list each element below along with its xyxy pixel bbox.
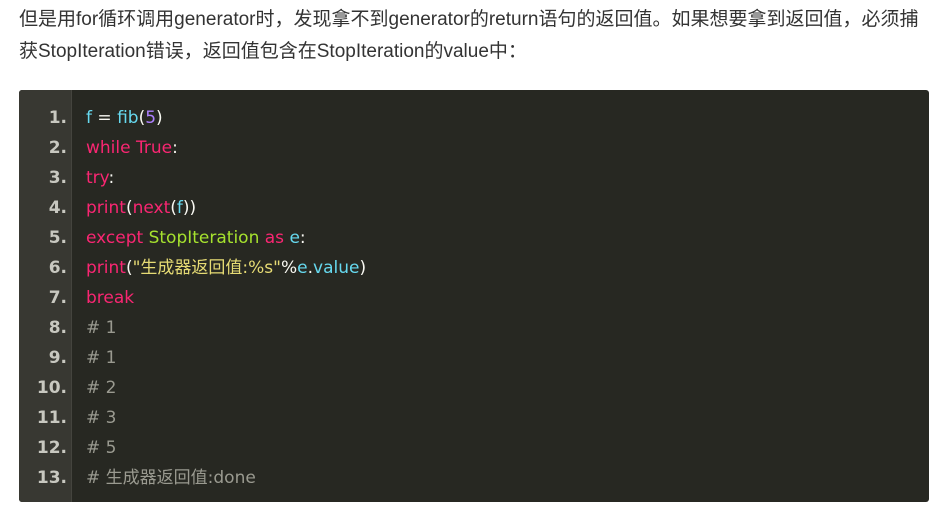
code-token: : <box>299 228 306 248</box>
code-token: # 3 <box>86 408 117 428</box>
code-token: # 1 <box>86 348 117 368</box>
code-block: 1. f = fib(5) 2. while True: 3. try: 4. print(n… <box>19 90 929 502</box>
code-token: ( <box>125 258 133 278</box>
code-token: ) <box>156 108 163 128</box>
line-number: 2. <box>48 138 67 158</box>
code-text: print(next(f)) <box>86 193 196 223</box>
code-text: # 生成器返回值:done <box>86 463 256 493</box>
line-number: 7. <box>48 288 67 308</box>
paragraph: 但是用for循环调用generator时，发现拿不到generator的retu… <box>19 9 919 62</box>
line-number: 12. <box>36 438 67 458</box>
code-line: 6. print("生成器返回值:%s"%e.value) <box>19 253 929 283</box>
line-number: 10. <box>36 378 67 398</box>
code-text: # 1 <box>86 343 116 373</box>
code-text: # 5 <box>86 433 116 463</box>
code-token: = <box>92 108 118 128</box>
code-line: 10. # 2 <box>19 373 929 403</box>
code-token: # 1 <box>86 318 117 338</box>
code-token: ( <box>125 198 133 218</box>
code-text: except StopIteration as e: <box>86 223 306 253</box>
code-text: # 1 <box>86 313 116 343</box>
code-token: next <box>132 198 171 218</box>
code-token: ) <box>359 258 367 278</box>
code-line: 12. # 5 <box>19 433 929 463</box>
code-line: 11. # 3 <box>19 403 929 433</box>
code-token: as <box>264 228 285 248</box>
code-text: # 3 <box>86 403 116 433</box>
code-token: 5 <box>145 108 157 128</box>
code-token: # 2 <box>86 378 117 398</box>
code-token: : <box>172 138 178 158</box>
line-number: 13. <box>36 468 67 488</box>
code-text: try: <box>86 163 114 193</box>
code-token: value <box>313 258 360 278</box>
code-line: 9. # 1 <box>19 343 929 373</box>
code-line: 13. # 生成器返回值:done <box>19 463 929 493</box>
code-line: 1. f = fib(5) <box>19 103 929 133</box>
code-token: # 5 <box>86 438 117 458</box>
line-number: 4. <box>48 198 67 218</box>
code-token: print <box>86 198 126 218</box>
code-line: 2. while True: <box>19 133 929 163</box>
code-line: 4. print(next(f)) <box>19 193 929 223</box>
code-text: while True: <box>86 133 178 163</box>
code-token: except <box>86 228 144 248</box>
code-text: print("生成器返回值:%s"%e.value) <box>86 253 366 283</box>
line-number: 5. <box>48 228 67 248</box>
code-token: ( <box>170 198 177 218</box>
code-line: 3. try: <box>19 163 929 193</box>
code-line: 8. # 1 <box>19 313 929 343</box>
code-text: f = fib(5) <box>86 103 163 133</box>
code-token: True <box>136 138 173 158</box>
code-token: : <box>108 168 115 188</box>
code-token: # 生成器返回值:done <box>86 468 256 488</box>
code-token: e <box>297 258 308 278</box>
code-token: e <box>289 228 300 248</box>
code-token: try <box>86 168 109 188</box>
code-token: print <box>86 258 126 278</box>
code-text: break <box>86 283 134 313</box>
line-number: 6. <box>48 258 67 278</box>
code-token: fib <box>117 108 139 128</box>
line-number: 8. <box>48 318 67 338</box>
line-number: 11. <box>36 408 67 428</box>
line-number: 9. <box>48 348 67 368</box>
code-token: while <box>86 138 131 158</box>
code-token: break <box>86 288 135 308</box>
code-token: StopIteration <box>148 228 260 248</box>
code-token: % <box>280 258 298 278</box>
line-number: 1. <box>48 108 67 128</box>
line-number: 3. <box>48 168 67 188</box>
code-token: "生成器返回值:%s" <box>132 258 281 278</box>
code-token: )) <box>182 198 197 218</box>
code-line: 7. break <box>19 283 929 313</box>
code-line: 5. except StopIteration as e: <box>19 223 929 253</box>
code-text: # 2 <box>86 373 116 403</box>
